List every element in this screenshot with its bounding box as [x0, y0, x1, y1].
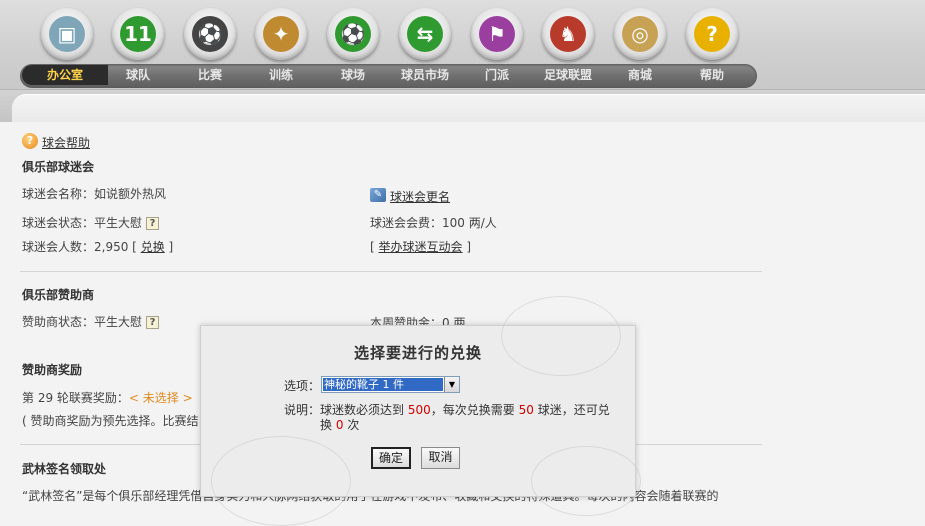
bracket-open: [	[370, 240, 375, 254]
dropdown-arrow-icon[interactable]: ▼	[444, 377, 459, 392]
stadium-icon[interactable]: ▣	[41, 8, 93, 60]
jersey-icon-glyph: 11	[120, 16, 156, 52]
sponsor-section-title: 俱乐部赞助商	[22, 288, 95, 302]
nav-item-label[interactable]: 办公室	[22, 65, 108, 85]
nav-item-label[interactable]: 商城	[604, 66, 676, 83]
selected-option: 神秘的靴子 1 件	[323, 378, 443, 391]
pitch-icon[interactable]: ⚽	[327, 8, 379, 60]
sponsor-status: 赞助商状态：平生大慰?	[22, 313, 160, 330]
wulin-section-title: 武林签名领取处	[22, 462, 107, 476]
fanclub-count-text: 球迷会人数：2,950 [	[22, 240, 137, 254]
option-label: 选项：	[284, 379, 321, 393]
shop-icon-glyph: ◎	[622, 16, 658, 52]
desc-text: ，每次兑换需要	[430, 403, 515, 417]
sub-nav-bar: 俱乐部信息球会财政荣誉物品箱青年学校	[0, 90, 925, 209]
shop-icon[interactable]: ◎	[614, 8, 666, 60]
desc-text: 换	[320, 418, 333, 432]
reward-section-title: 赞助商奖励	[22, 363, 83, 377]
cloud-decoration	[531, 446, 641, 516]
nav-item-label[interactable]: 球队	[102, 66, 174, 83]
help-bubble-icon: ?	[22, 133, 38, 149]
nav-item-label[interactable]: 足球联盟	[532, 66, 604, 83]
fanclub-rename-link[interactable]: 球迷会更名	[390, 188, 450, 205]
main-nav-bar: ▣ 办公室 11 球队 ⚽ 比赛 ✦ 训练 ⚽ 球场 ⇆ 球员市场 ⚑ 门派 ♞ 足球联盟 ◎ 商城? 帮助	[0, 0, 925, 90]
transfer-shirt-icon-glyph: ⇆	[407, 16, 443, 52]
dialog-title: 选择要进行的兑换	[353, 344, 482, 362]
question-icon[interactable]: ?	[146, 217, 160, 230]
nav-item-label[interactable]: 门派	[461, 66, 533, 83]
fanclub-count: 球迷会人数：2,950 [ 兑换 ]	[22, 238, 173, 255]
fanclub-status: 球迷会状态：平生大慰?	[22, 214, 160, 231]
bracket-close-2: ]	[466, 240, 472, 254]
nav-item-label[interactable]: 球场	[317, 66, 389, 83]
transfer-shirt-icon[interactable]: ⇆	[399, 8, 451, 60]
divider	[20, 271, 762, 272]
desc-text: 球迷，还可兑	[537, 403, 610, 417]
nav-item-label[interactable]: 帮助	[676, 66, 748, 83]
interaction-row: [ 举办球迷互动会 ]	[370, 238, 471, 255]
bracket-close: ]	[168, 240, 174, 254]
fanclub-help-link[interactable]: 球会帮助	[42, 134, 90, 151]
rename-edit-icon: ✎	[370, 188, 386, 202]
league-player-icon[interactable]: ♞	[542, 8, 594, 60]
description-label: 说明：	[284, 403, 321, 417]
reward-note: ( 赞助商奖励为预先选择。比赛结	[22, 414, 199, 428]
required-fans-value: 500	[407, 403, 431, 417]
help-star-icon-glyph: ?	[694, 16, 730, 52]
desc-text: 球迷数必须达到	[320, 403, 405, 417]
fanclub-name: 球迷会名称：如说额外热风	[22, 187, 167, 201]
nav-item-label[interactable]: 比赛	[174, 66, 246, 83]
training-icon-glyph: ✦	[263, 16, 299, 52]
reward-round-text: 第 29 轮联赛奖励：	[22, 391, 129, 405]
league-player-icon-glyph: ♞	[550, 16, 586, 52]
exchange-option-select[interactable]: 神秘的靴子 1 件 ▼	[321, 376, 460, 393]
exchange-dialog: 选择要进行的兑换 选项： 神秘的靴子 1 件 ▼ 说明： 球迷数必须达到 500…	[200, 296, 641, 526]
fanclub-fee: 球迷会会费：100 两/人	[370, 216, 497, 230]
help-star-icon[interactable]: ?	[686, 8, 738, 60]
fanclub-status-text: 球迷会状态：平生大慰	[22, 216, 143, 230]
flag-icon-glyph: ⚑	[479, 16, 515, 52]
description-line1: 球迷数必须达到 500，每次兑换需要 50 球迷，还可兑	[320, 401, 610, 418]
stadium-icon-glyph: ▣	[49, 16, 85, 52]
host-fan-event-link[interactable]: 举办球迷互动会	[379, 240, 463, 254]
desc-text: 次	[347, 418, 360, 432]
cancel-button[interactable]: 取消	[421, 447, 460, 469]
description-line2: 换 0 次	[320, 416, 359, 433]
training-icon[interactable]: ✦	[255, 8, 307, 60]
soccer-ball-icon[interactable]: ⚽	[184, 8, 236, 60]
exchange-link[interactable]: 兑换	[141, 240, 165, 254]
cloud-decoration	[501, 296, 621, 376]
sub-nav-track	[12, 94, 925, 122]
cost-fans-value: 50	[518, 403, 534, 417]
remaining-count-value: 0	[335, 418, 344, 432]
soccer-ball-icon-glyph: ⚽	[192, 16, 228, 52]
confirm-button[interactable]: 确定	[371, 447, 411, 469]
reward-round: 第 29 轮联赛奖励：< 未选择 >	[22, 389, 193, 406]
question-icon[interactable]: ?	[146, 316, 160, 329]
sponsor-status-text: 赞助商状态：平生大慰	[22, 315, 143, 329]
jersey-icon[interactable]: 11	[112, 8, 164, 60]
fanclub-section-title: 俱乐部球迷会	[22, 160, 95, 174]
nav-item-label[interactable]: 训练	[245, 66, 317, 83]
cloud-decoration	[211, 436, 351, 526]
reward-select-link[interactable]: < 未选择 >	[129, 391, 193, 405]
flag-icon[interactable]: ⚑	[471, 8, 523, 60]
pitch-icon-glyph: ⚽	[335, 16, 371, 52]
nav-item-label[interactable]: 球员市场	[389, 66, 461, 83]
